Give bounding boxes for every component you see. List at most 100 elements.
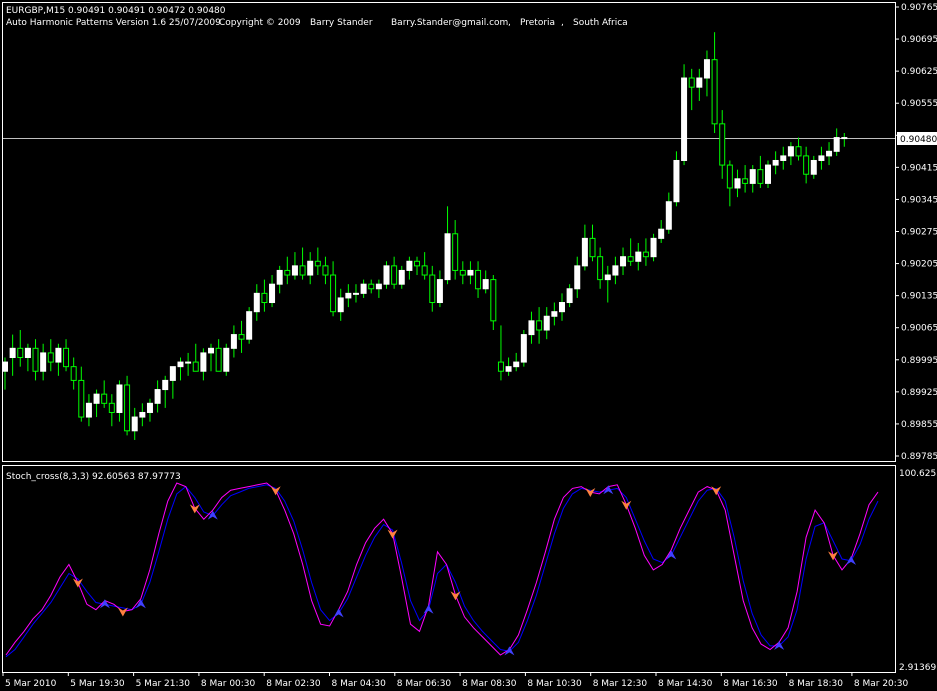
candle-body-bull — [620, 256, 627, 267]
indicator-title: Auto Harmonic Patterns Version 1.6 25/07… — [6, 18, 221, 28]
candle-body-bull — [177, 361, 184, 368]
candle-body-bull — [246, 311, 253, 340]
candle-body-bull — [40, 352, 47, 372]
candle-body-bull — [337, 297, 344, 313]
candle-body-bear — [299, 265, 306, 276]
candle — [520, 330, 527, 367]
price-tick-label: 0.90695 — [901, 35, 937, 45]
price-tick-label: 0.90765 — [901, 3, 937, 13]
candle-body-bull — [352, 292, 359, 295]
candle-body-bull — [772, 159, 779, 166]
candle-body-bull — [520, 334, 527, 363]
candle-body-bull — [200, 352, 207, 372]
candle-body-bear — [314, 260, 321, 267]
candle-body-bear — [238, 334, 245, 340]
candle-body-bear — [726, 164, 733, 189]
candle-body-bull — [810, 159, 817, 175]
candle-body-bull — [482, 279, 489, 290]
candle-body-bull — [635, 251, 642, 262]
candle-body-bull — [650, 237, 657, 258]
candle-body-bull — [581, 237, 588, 267]
candle-body-bull — [436, 279, 443, 304]
price-tick-label: 0.89785 — [901, 452, 937, 462]
time-tick-label: 8 Mar 20:30 — [854, 679, 909, 689]
candle-body-bear — [429, 274, 436, 304]
time-tick-label: 5 Mar 19:30 — [70, 679, 125, 689]
candle-body-bear — [742, 178, 749, 184]
candle-body-bull — [223, 347, 230, 372]
current-price-value: 0.90480 — [900, 135, 937, 145]
candle-body-bull — [383, 265, 390, 285]
candle-body-bull — [406, 260, 413, 271]
candle-body-bull — [818, 155, 825, 161]
candle-body-bear — [490, 279, 497, 322]
separator-2: , — [561, 18, 564, 28]
candle-body-bear — [322, 265, 329, 276]
indicator-scale-bottom: 2.91369 — [899, 663, 936, 673]
candle-body-bull — [528, 320, 535, 336]
chart-canvas[interactable]: 0.90765 0.90695 0.90625 0.90555 0.90480 0.904… — [0, 0, 937, 691]
candle-body-bull — [375, 283, 382, 290]
candle-body-bull — [505, 366, 512, 372]
candle-body-bear — [368, 283, 375, 290]
candle-body-bull — [673, 159, 680, 203]
price-tick-label: 0.90275 — [901, 228, 937, 238]
candle-body-bear — [192, 361, 199, 372]
candle — [223, 343, 230, 376]
candle-body-bear — [421, 265, 428, 276]
time-tick-label: 8 Mar 10:30 — [527, 679, 582, 689]
candle — [124, 375, 131, 436]
candle-body-bull — [749, 169, 756, 184]
symbol-info: EURGBP,M15 0.90491 0.90491 0.90472 0.904… — [6, 6, 226, 16]
candle-body-bear — [452, 233, 459, 271]
candle-body-bull — [146, 402, 153, 413]
candle-body-bear — [627, 256, 634, 262]
candle-body-bull — [543, 315, 550, 331]
city-text: Pretoria — [520, 18, 555, 28]
candle-body-bull — [291, 265, 298, 276]
candle-body-bear — [261, 292, 268, 304]
candle-body-bear — [459, 269, 466, 276]
candle-body-bull — [604, 274, 611, 281]
candle-body-bull — [154, 389, 161, 404]
price-tick-label: 0.90345 — [901, 195, 937, 205]
candle-body-bear — [642, 251, 649, 258]
candle-body-bull — [681, 77, 688, 161]
candle-body-bull — [307, 260, 314, 276]
candle-body-bull — [116, 384, 123, 413]
candle — [681, 64, 688, 166]
candle-body-bear — [497, 361, 504, 372]
candle-body-bull — [398, 269, 405, 285]
price-tick-label: 0.90415 — [901, 163, 937, 173]
candle-body-bear — [688, 77, 695, 88]
candle-body-bull — [444, 233, 451, 281]
time-tick-label: 8 Mar 02:30 — [266, 679, 321, 689]
candle-body-bear — [108, 402, 115, 413]
price-tick-label: 0.90065 — [901, 324, 937, 334]
price-axis: 0.90765 0.90695 0.90625 0.90555 0.90480 0.904… — [895, 3, 937, 462]
candle-body-bull — [765, 164, 771, 184]
candle — [765, 160, 771, 188]
candle-body-bull — [841, 137, 848, 140]
candle-body-bull — [162, 379, 169, 391]
candle — [650, 233, 657, 262]
candle-body-bull — [551, 311, 558, 317]
candle-body-bull — [230, 334, 237, 349]
candle-body-bear — [597, 256, 604, 281]
candle-body-bear — [536, 320, 543, 331]
current-price-marker: 0.90480 — [897, 132, 937, 145]
candle-body-bull — [93, 393, 100, 404]
candle-body-bull — [566, 288, 573, 304]
candle-body-bull — [665, 201, 672, 230]
candle-body-bull — [658, 228, 665, 239]
candle — [383, 261, 390, 289]
time-tick-label: 8 Mar 14:30 — [658, 679, 713, 689]
price-tick-label: 0.90205 — [901, 260, 937, 270]
chart-background — [0, 0, 937, 691]
candle-body-bull — [131, 416, 138, 432]
candle-body-bull — [9, 347, 16, 358]
candle-body-bear — [795, 146, 802, 157]
candle-body-bull — [360, 283, 367, 294]
candle-body-bear — [719, 123, 726, 166]
candle-body-bull — [833, 137, 840, 152]
